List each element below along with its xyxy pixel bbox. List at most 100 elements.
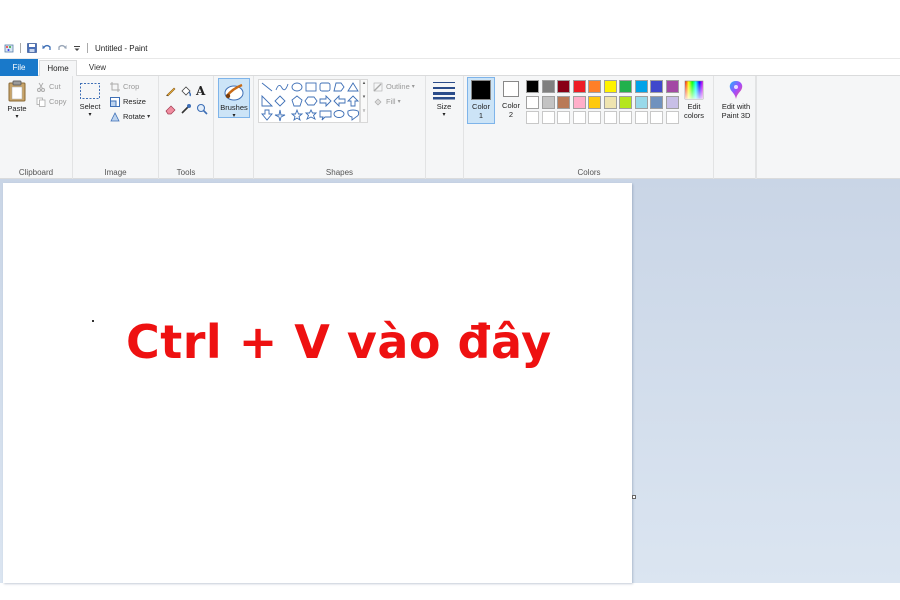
palette-swatch[interactable]: [541, 80, 555, 93]
size-label: Size: [436, 102, 452, 111]
palette-custom-slot[interactable]: [588, 111, 601, 124]
palette-custom-slot[interactable]: [603, 111, 617, 124]
palette-custom-slot[interactable]: [526, 111, 539, 124]
ribbon: Paste ▾ Cut Copy Clipboard Select ▾ Crop…: [0, 76, 900, 179]
fill-icon[interactable]: [180, 85, 192, 99]
color1-button[interactable]: Color 1: [467, 77, 495, 124]
drawing-canvas[interactable]: Ctrl + V vào đây: [3, 183, 632, 583]
fill-button[interactable]: Fill ▾: [372, 96, 401, 107]
rotate-icon: [109, 111, 120, 122]
palette-swatch[interactable]: [541, 95, 555, 109]
tools-group: A Tools: [159, 76, 214, 179]
resize-button[interactable]: Resize: [109, 96, 146, 107]
size-button[interactable]: Size ▾: [430, 80, 458, 120]
resize-icon: [109, 96, 120, 107]
color1-number: 1: [478, 111, 484, 120]
redo-icon[interactable]: [56, 43, 67, 54]
crop-icon: [109, 81, 120, 92]
pencil-icon[interactable]: [165, 85, 177, 99]
crop-button[interactable]: Crop: [109, 81, 139, 92]
edit-with-paint3d-button[interactable]: Edit with Paint 3D: [717, 80, 755, 120]
paste-icon: [8, 80, 26, 102]
palette-swatch[interactable]: [619, 95, 632, 109]
palette-swatch[interactable]: [526, 95, 539, 109]
fill-bucket-icon: [372, 96, 383, 107]
rotate-button[interactable]: Rotate ▾: [109, 111, 150, 122]
color1-swatch: [471, 80, 491, 100]
palette-custom-slot[interactable]: [619, 111, 632, 124]
tab-view[interactable]: View: [80, 60, 115, 76]
undo-icon[interactable]: [41, 43, 52, 54]
text-icon[interactable]: A: [196, 84, 205, 98]
colors-group-label: Colors: [577, 168, 601, 177]
paste-label: Paste: [7, 104, 27, 113]
shapes-gallery[interactable]: [258, 79, 360, 123]
palette-swatch[interactable]: [557, 95, 570, 109]
outline-button[interactable]: Outline ▾: [372, 81, 415, 92]
shapes-group: ▴ ▾ ▿ Outline ▾ Fill ▾ Shapes: [254, 76, 426, 179]
select-icon: [80, 83, 100, 99]
clipboard-group: Paste ▾ Cut Copy Clipboard: [0, 76, 73, 179]
color2-button[interactable]: Color 2: [497, 78, 525, 119]
palette-swatch[interactable]: [634, 80, 648, 93]
tab-home[interactable]: Home: [39, 60, 77, 77]
palette-swatch[interactable]: [603, 95, 617, 109]
edit-colors-button[interactable]: Edit colors: [680, 80, 708, 120]
palette-custom-slot[interactable]: [572, 111, 586, 124]
palette-swatch[interactable]: [650, 95, 663, 109]
palette-swatch[interactable]: [650, 80, 663, 93]
palette-swatch[interactable]: [526, 80, 539, 93]
shapes-scroll[interactable]: ▴ ▾ ▿: [360, 79, 368, 123]
brushes-button[interactable]: Brushes ▾: [218, 78, 250, 119]
crop-label: Crop: [123, 82, 140, 91]
paint-app-icon: [4, 43, 15, 54]
canvas-resize-handle[interactable]: [632, 495, 636, 499]
select-button[interactable]: Select ▾: [77, 82, 103, 120]
brushes-label: Brushes: [220, 103, 248, 112]
clipboard-group-label: Clipboard: [18, 168, 54, 177]
color2-label: Color: [502, 101, 520, 110]
palette-swatch[interactable]: [603, 80, 617, 93]
color-palette: [526, 80, 681, 128]
palette-swatch[interactable]: [572, 80, 586, 93]
cut-label: Cut: [49, 82, 61, 91]
copy-button[interactable]: Copy: [35, 96, 67, 107]
canvas-dot: [92, 320, 94, 322]
paste-button[interactable]: Paste ▾: [4, 80, 30, 122]
image-group: Select ▾ Crop Resize Rotate ▾ Image: [73, 76, 159, 179]
palette-swatch[interactable]: [665, 95, 679, 109]
palette-custom-slot[interactable]: [541, 111, 555, 124]
palette-swatch[interactable]: [619, 80, 632, 93]
palette-custom-slot[interactable]: [650, 111, 663, 124]
tab-file[interactable]: File: [0, 59, 38, 76]
select-label: Select: [79, 102, 101, 111]
paint3d-label-1: Edit with: [721, 102, 751, 111]
rotate-label: Rotate: [123, 112, 146, 121]
cut-button[interactable]: Cut: [35, 81, 61, 92]
magnifier-icon[interactable]: [196, 103, 208, 117]
separator: [87, 43, 88, 53]
scissors-icon: [35, 81, 46, 92]
image-group-label: Image: [104, 168, 127, 177]
window-title: Untitled - Paint: [95, 43, 148, 53]
customize-toolbar-icon[interactable]: [71, 43, 82, 54]
palette-swatch[interactable]: [634, 95, 648, 109]
palette-custom-slot[interactable]: [557, 111, 570, 124]
save-icon[interactable]: [26, 43, 37, 54]
palette-swatch[interactable]: [588, 80, 601, 93]
palette-swatch[interactable]: [588, 95, 601, 109]
eraser-icon[interactable]: [165, 103, 177, 117]
paint3d-group: Edit with Paint 3D: [713, 76, 757, 179]
palette-swatch[interactable]: [665, 80, 679, 93]
color-picker-icon[interactable]: [180, 103, 192, 117]
color2-number: 2: [508, 110, 514, 119]
palette-custom-slot[interactable]: [665, 111, 679, 124]
palette-swatch[interactable]: [557, 80, 570, 93]
edit-colors-label-1: Edit: [687, 102, 701, 111]
palette-swatch[interactable]: [572, 95, 586, 109]
fill-label: Fill: [386, 97, 396, 106]
tools-group-label: Tools: [176, 168, 196, 177]
shapes-icons: [261, 82, 360, 122]
palette-custom-slot[interactable]: [634, 111, 648, 124]
ribbon-tabs: File Home View: [0, 59, 900, 77]
